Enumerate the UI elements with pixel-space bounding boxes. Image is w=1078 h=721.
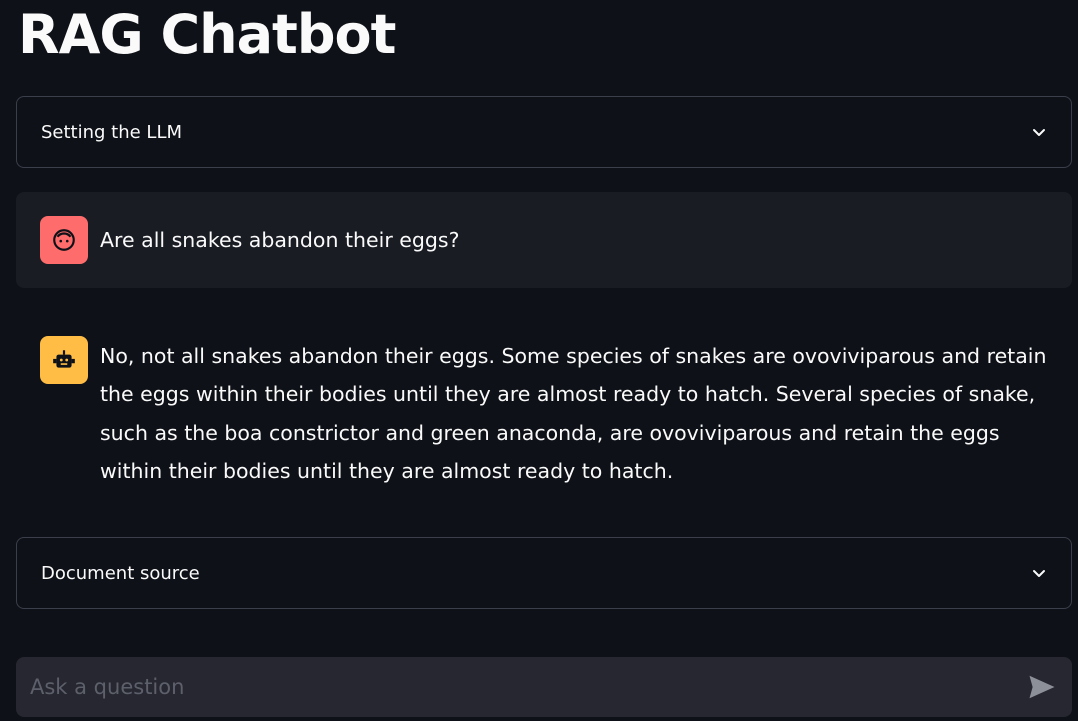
- expander-label: Setting the LLM: [41, 121, 183, 143]
- chevron-down-icon: [1031, 565, 1047, 581]
- message-text: Are all snakes abandon their eggs?: [100, 228, 460, 252]
- page-title: RAG Chatbot: [18, 3, 396, 66]
- message-text: No, not all snakes abandon their eggs. S…: [100, 344, 1047, 483]
- chat-input-bar: [16, 657, 1072, 717]
- robot-icon: [40, 336, 88, 384]
- app-page: RAG Chatbot Setting the LLM Are all snak…: [0, 0, 1078, 721]
- expander-label: Document source: [41, 562, 200, 584]
- user-face-icon: [40, 216, 88, 264]
- llm-settings-expander[interactable]: Setting the LLM: [16, 96, 1072, 168]
- send-icon[interactable]: [1026, 671, 1058, 703]
- user-message: Are all snakes abandon their eggs?: [16, 192, 1072, 288]
- chevron-down-icon: [1031, 124, 1047, 140]
- document-source-expander[interactable]: Document source: [16, 537, 1072, 609]
- assistant-message: No, not all snakes abandon their eggs. S…: [16, 312, 1072, 514]
- question-input[interactable]: [30, 675, 990, 699]
